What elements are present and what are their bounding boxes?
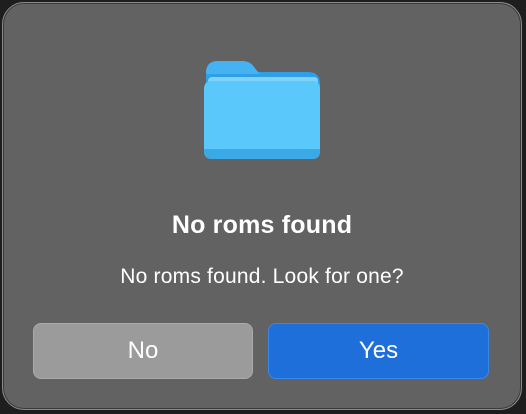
no-button-label: No bbox=[127, 337, 159, 364]
no-button[interactable]: No bbox=[33, 323, 253, 379]
yes-button[interactable]: Yes bbox=[268, 323, 489, 379]
dialog-message: No roms found. Look for one? bbox=[120, 265, 404, 288]
dialog-title: No roms found bbox=[171, 211, 353, 239]
folder-icon bbox=[204, 61, 320, 159]
alert-dialog: No roms found No roms found. Look for on… bbox=[2, 2, 522, 410]
yes-button-label: Yes bbox=[358, 337, 399, 364]
